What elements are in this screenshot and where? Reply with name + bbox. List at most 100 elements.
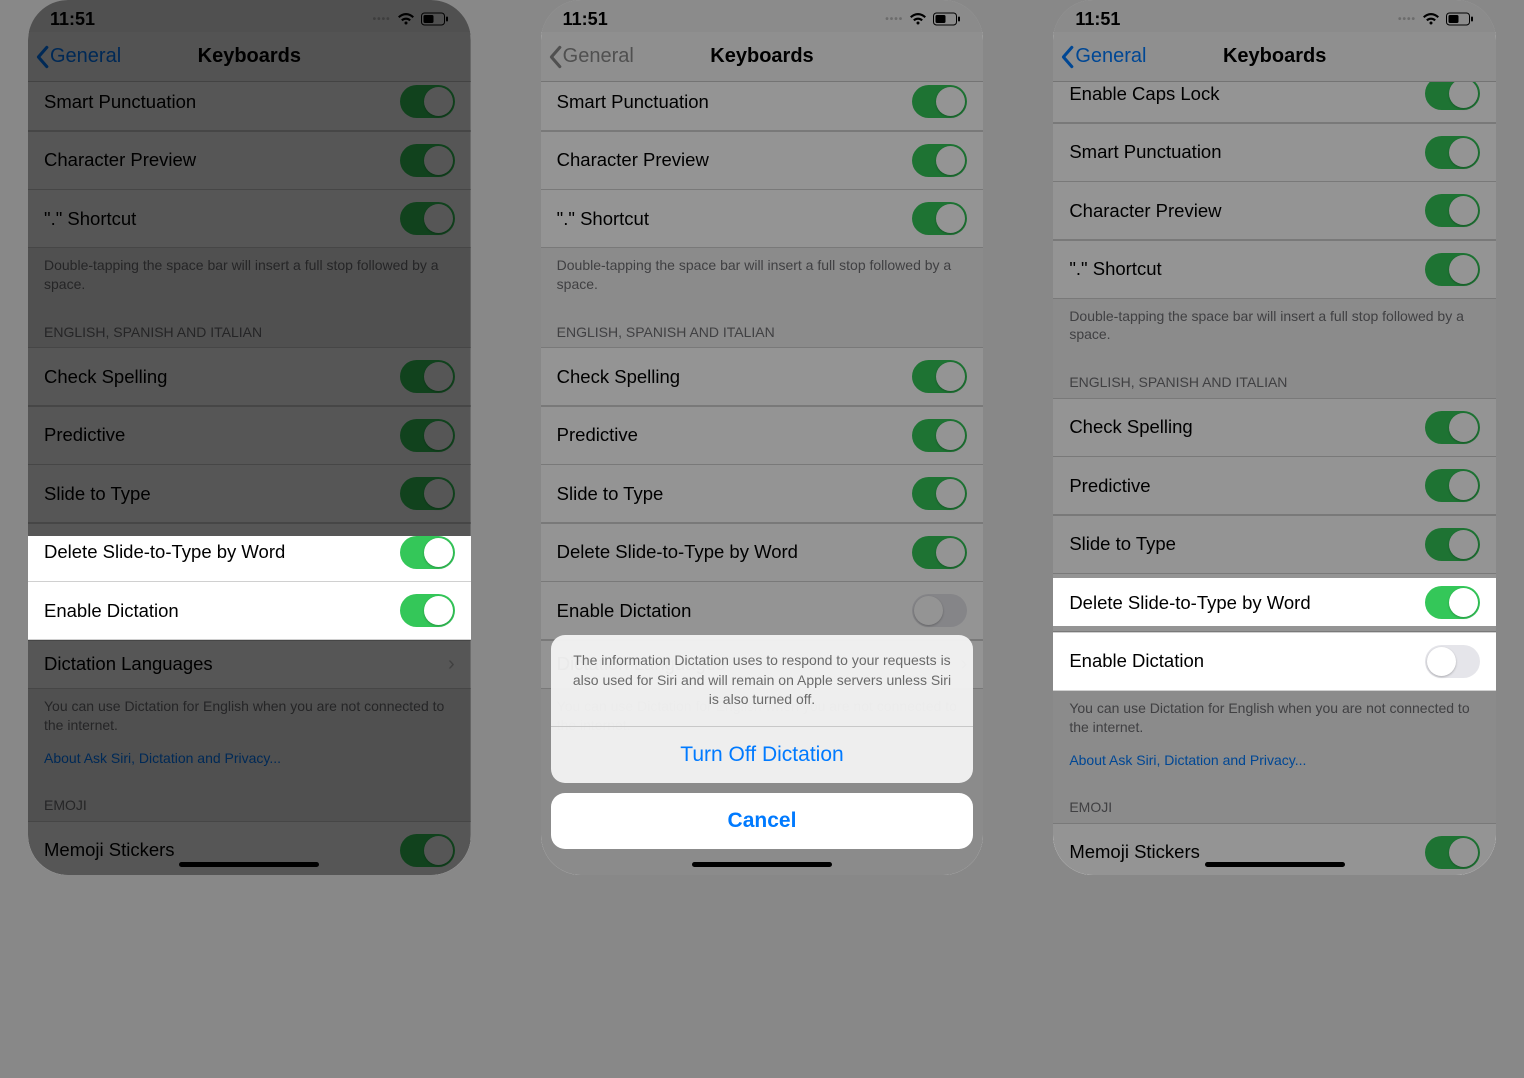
row-label: Predictive	[44, 424, 125, 446]
row-label: Smart Punctuation	[44, 91, 196, 113]
toggle-period-shortcut[interactable]	[1425, 253, 1480, 286]
row-label: Dictation Languages	[44, 653, 213, 675]
battery-icon	[933, 12, 961, 26]
row-smart-punctuation: Smart Punctuation	[28, 82, 471, 131]
wifi-icon	[397, 12, 415, 26]
back-button[interactable]: General	[28, 45, 121, 69]
home-indicator[interactable]	[179, 862, 319, 867]
row-label: Check Spelling	[44, 366, 167, 388]
chevron-right-icon: ›	[448, 653, 455, 676]
row-character-preview: Character Preview	[1053, 181, 1496, 240]
action-sheet-body: The information Dictation uses to respon…	[551, 635, 974, 783]
row-dictation-languages[interactable]: Dictation Languages ›	[28, 640, 471, 689]
status-bar: 11:51 ••••	[1053, 0, 1496, 32]
toggle-period-shortcut[interactable]	[912, 202, 967, 235]
toggle-delete-slide-by-word[interactable]	[400, 536, 455, 569]
footer-dictation: You can use Dictation for English when y…	[28, 689, 471, 749]
toggle-smart-punctuation[interactable]	[1425, 136, 1480, 169]
toggle-delete-slide-by-word[interactable]	[1425, 586, 1480, 619]
row-character-preview: Character Preview	[28, 131, 471, 190]
row-label: Delete Slide-to-Type by Word	[557, 541, 798, 563]
cellular-dots-icon: ••••	[1398, 14, 1416, 25]
row-label: "." Shortcut	[44, 208, 136, 230]
row-label: Check Spelling	[557, 366, 680, 388]
home-indicator[interactable]	[1205, 862, 1345, 867]
nav-bar: General Keyboards	[28, 32, 471, 82]
wifi-icon	[1422, 12, 1440, 26]
toggle-character-preview[interactable]	[400, 144, 455, 177]
row-enable-dictation: Enable Dictation	[541, 581, 984, 640]
row-label: Enable Caps Lock	[1069, 83, 1219, 105]
toggle-check-spelling[interactable]	[1425, 411, 1480, 444]
action-sheet-message: The information Dictation uses to respon…	[551, 635, 974, 727]
battery-icon	[1446, 12, 1474, 26]
status-icons: ••••	[1398, 12, 1474, 26]
row-predictive: Predictive	[28, 406, 471, 465]
nav-bar: General Keyboards	[1053, 32, 1496, 82]
toggle-predictive[interactable]	[1425, 469, 1480, 502]
toggle-enable-dictation[interactable]	[1425, 645, 1480, 678]
cellular-dots-icon: ••••	[373, 14, 391, 25]
toggle-slide-to-type[interactable]	[912, 477, 967, 510]
section-header-emoji: EMOJI	[28, 781, 471, 821]
row-character-preview: Character Preview	[541, 131, 984, 190]
status-time: 11:51	[50, 9, 95, 30]
toggle-character-preview[interactable]	[1425, 194, 1480, 227]
phone-screenshot-2: 11:51 •••• General Keyboards Smart Punct…	[541, 0, 984, 875]
back-button[interactable]: General	[541, 45, 634, 69]
row-label: Delete Slide-to-Type by Word	[44, 541, 285, 563]
row-period-shortcut: "." Shortcut	[1053, 240, 1496, 299]
row-label: Character Preview	[1069, 200, 1221, 222]
row-label: Enable Dictation	[44, 600, 179, 622]
row-slide-to-type: Slide to Type	[541, 464, 984, 523]
row-slide-to-type: Slide to Type	[28, 464, 471, 523]
cancel-button[interactable]: Cancel	[551, 793, 974, 849]
row-check-spelling: Check Spelling	[541, 347, 984, 406]
action-sheet: The information Dictation uses to respon…	[541, 635, 984, 875]
toggle-check-spelling[interactable]	[400, 360, 455, 393]
toggle-enable-dictation[interactable]	[400, 594, 455, 627]
section-header-languages: ENGLISH, SPANISH AND ITALIAN	[541, 308, 984, 348]
toggle-enable-dictation[interactable]	[912, 594, 967, 627]
toggle-character-preview[interactable]	[912, 144, 967, 177]
nav-bar: General Keyboards	[541, 32, 984, 82]
toggle-delete-slide-by-word[interactable]	[912, 536, 967, 569]
settings-content[interactable]: Enable Caps Lock Smart Punctuation Chara…	[1053, 82, 1496, 875]
row-label: Predictive	[557, 424, 638, 446]
section-header-languages: ENGLISH, SPANISH AND ITALIAN	[28, 308, 471, 348]
toggle-memoji-stickers[interactable]	[400, 834, 455, 867]
row-label: Enable Dictation	[1069, 650, 1204, 672]
privacy-link[interactable]: About Ask Siri, Dictation and Privacy...	[28, 749, 471, 782]
phone-screenshot-1: 11:51 •••• General Keyboards Smart Punct…	[28, 0, 471, 875]
toggle-check-spelling[interactable]	[912, 360, 967, 393]
toggle-memoji-stickers[interactable]	[1425, 836, 1480, 869]
toggle-slide-to-type[interactable]	[400, 477, 455, 510]
section-header-languages: ENGLISH, SPANISH AND ITALIAN	[1053, 358, 1496, 398]
toggle-predictive[interactable]	[912, 419, 967, 452]
back-button[interactable]: General	[1053, 45, 1146, 69]
row-enable-caps-lock: Enable Caps Lock	[1053, 82, 1496, 123]
wifi-icon	[909, 12, 927, 26]
toggle-slide-to-type[interactable]	[1425, 528, 1480, 561]
row-smart-punctuation: Smart Punctuation	[1053, 123, 1496, 182]
toggle-smart-punctuation[interactable]	[400, 85, 455, 118]
row-predictive: Predictive	[1053, 456, 1496, 515]
chevron-left-icon	[34, 45, 50, 69]
chevron-left-icon	[1059, 45, 1075, 69]
toggle-predictive[interactable]	[400, 419, 455, 452]
row-period-shortcut: "." Shortcut	[28, 189, 471, 248]
row-enable-dictation: Enable Dictation	[28, 581, 471, 640]
status-time: 11:51	[1075, 9, 1120, 30]
privacy-link[interactable]: About Ask Siri, Dictation and Privacy...	[1053, 751, 1496, 784]
row-label: Character Preview	[44, 149, 196, 171]
footer-shortcut: Double-tapping the space bar will insert…	[541, 248, 984, 308]
settings-content[interactable]: Smart Punctuation Character Preview "." …	[28, 82, 471, 875]
status-icons: ••••	[885, 12, 961, 26]
footer-dictation: You can use Dictation for English when y…	[1053, 691, 1496, 751]
turn-off-dictation-button[interactable]: Turn Off Dictation	[551, 727, 974, 783]
row-label: Predictive	[1069, 475, 1150, 497]
row-label: "." Shortcut	[557, 208, 649, 230]
toggle-smart-punctuation[interactable]	[912, 85, 967, 118]
toggle-enable-caps-lock[interactable]	[1425, 82, 1480, 110]
toggle-period-shortcut[interactable]	[400, 202, 455, 235]
